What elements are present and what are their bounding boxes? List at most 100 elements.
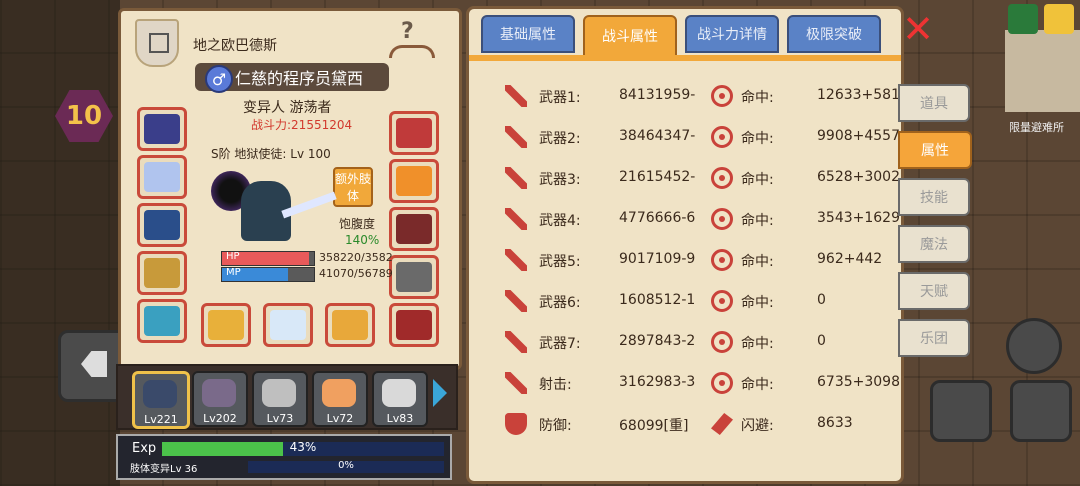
minimap-location-label: 限量避难所 — [1009, 121, 1064, 134]
resize-icon[interactable] — [1044, 4, 1074, 34]
party-member[interactable]: Lv72 — [312, 371, 368, 427]
armor-slot[interactable] — [137, 203, 187, 247]
exp-percent: 43% — [289, 440, 317, 454]
tab-2[interactable]: 战斗力详情 — [685, 15, 779, 53]
ring-slot[interactable] — [137, 299, 187, 343]
party-member-level: Lv73 — [266, 412, 294, 425]
bow-icon — [332, 310, 368, 340]
exp-bar: 43% — [162, 440, 444, 456]
target-icon — [711, 331, 733, 353]
weapon-slot-1[interactable] — [201, 303, 251, 347]
chest-slot[interactable] — [389, 207, 439, 251]
stat-label-secondary: 命中: — [741, 213, 774, 229]
stat-value: 3162983-3 — [619, 374, 696, 390]
sword-icon — [505, 249, 527, 271]
sword-icon — [505, 331, 527, 353]
stat-row: 射击: 3162983-3 命中: 6735+3098 — [469, 364, 901, 404]
target-icon — [711, 249, 733, 271]
melee-attack-button[interactable] — [930, 380, 992, 442]
side-tab-1[interactable]: 属性 — [898, 131, 972, 169]
sword-icon — [505, 208, 527, 230]
stat-label: 武器6: — [539, 295, 581, 311]
staff-icon — [208, 310, 244, 340]
stat-value: 4776666-6 — [619, 210, 696, 226]
network-icon[interactable] — [1008, 4, 1038, 34]
stat-value-secondary: 962+442 — [817, 251, 883, 267]
hp-bar: HP — [221, 251, 315, 266]
party-member-portrait — [202, 379, 236, 407]
skill-button[interactable] — [1006, 318, 1062, 374]
target-icon — [711, 290, 733, 312]
tab-0[interactable]: 基础属性 — [481, 15, 575, 53]
satiety-label: 饱腹度 — [339, 217, 376, 231]
stat-value: 1608512-1 — [619, 292, 696, 308]
bow-attack-button[interactable] — [1010, 380, 1072, 442]
side-tab-0[interactable]: 道具 — [898, 84, 970, 122]
stat-row: 武器2: 38464347- 命中: 9908+4557 — [469, 118, 901, 158]
mp-value: 41070/56789 — [319, 267, 393, 280]
mutation-label: 肢体变异Lv 36 — [130, 464, 198, 475]
rank-text: S阶 地狱使徒: Lv 100 — [211, 147, 331, 161]
minimap[interactable] — [1005, 30, 1080, 112]
dodge-icon — [711, 413, 733, 435]
exp-panel: Exp 43% 肢体变异Lv 36 0% — [116, 434, 452, 480]
stat-label: 武器7: — [539, 336, 581, 352]
tab-underline — [469, 55, 901, 61]
target-icon — [711, 167, 733, 189]
gauntlet-slot[interactable] — [389, 255, 439, 299]
close-button[interactable]: ✕ — [900, 10, 936, 48]
weapon-slot-2[interactable] — [263, 303, 313, 347]
emblem-icon — [396, 118, 432, 148]
mp-label: MP — [226, 267, 241, 278]
stat-value: 38464347- — [619, 128, 696, 144]
stats-tabs: 基础属性 战斗属性 战斗力详情 极限突破 — [481, 15, 889, 57]
stat-label-secondary: 命中: — [741, 90, 774, 106]
gauntlet-icon — [396, 262, 432, 292]
side-tab-5[interactable]: 乐团 — [898, 319, 970, 357]
helmet-icon — [144, 114, 180, 144]
mask-slot[interactable] — [389, 303, 439, 347]
necklace-slot[interactable] — [137, 155, 187, 199]
gloves-slot[interactable] — [137, 251, 187, 295]
pumpkin-icon — [396, 166, 432, 196]
party-member[interactable]: Lv221 — [132, 371, 190, 429]
party-member-level: Lv221 — [144, 413, 178, 426]
stat-label-secondary: 命中: — [741, 295, 774, 311]
shield-icon — [505, 413, 527, 435]
side-tab-3[interactable]: 魔法 — [898, 225, 970, 263]
class-crest-icon — [135, 19, 179, 67]
sword-icon — [505, 372, 527, 394]
stat-value: 21615452- — [619, 169, 696, 185]
side-tab-2[interactable]: 技能 — [898, 178, 970, 216]
party-member[interactable]: Lv73 — [252, 371, 308, 427]
tab-1[interactable]: 战斗属性 — [583, 15, 677, 57]
pumpkin-slot[interactable] — [389, 159, 439, 203]
stat-value-secondary: 8633 — [817, 415, 853, 431]
stat-value: 84131959- — [619, 87, 696, 103]
satiety-value: 140% — [345, 233, 380, 247]
party-member-level: Lv83 — [386, 412, 414, 425]
target-icon — [711, 208, 733, 230]
sword-icon — [505, 85, 527, 107]
left-hud-shade — [0, 0, 120, 486]
tab-3[interactable]: 极限突破 — [787, 15, 881, 53]
party-member[interactable]: Lv83 — [372, 371, 428, 427]
necklace-icon — [144, 162, 180, 192]
accessory-slot[interactable] — [389, 111, 439, 155]
stat-value: 9017109-9 — [619, 251, 696, 267]
stat-label: 武器5: — [539, 254, 581, 270]
party-member[interactable]: Lv202 — [192, 371, 248, 427]
stat-label-secondary: 闪避: — [741, 418, 774, 434]
class-name: 地之欧巴德斯 — [193, 38, 277, 54]
wardrobe-hanger-icon[interactable] — [389, 19, 435, 63]
extra-limb-button[interactable]: 额外肢体 — [333, 167, 373, 207]
side-tab-4[interactable]: 天赋 — [898, 272, 970, 310]
sword-icon — [505, 290, 527, 312]
blade-icon — [270, 310, 306, 340]
weapon-slot-3[interactable] — [325, 303, 375, 347]
helmet-slot[interactable] — [137, 107, 187, 151]
mutation-percent: 0% — [338, 460, 354, 471]
stat-value-secondary: 0 — [817, 333, 826, 349]
party-member-portrait — [382, 379, 416, 407]
party-next-arrow-icon[interactable] — [433, 379, 447, 407]
